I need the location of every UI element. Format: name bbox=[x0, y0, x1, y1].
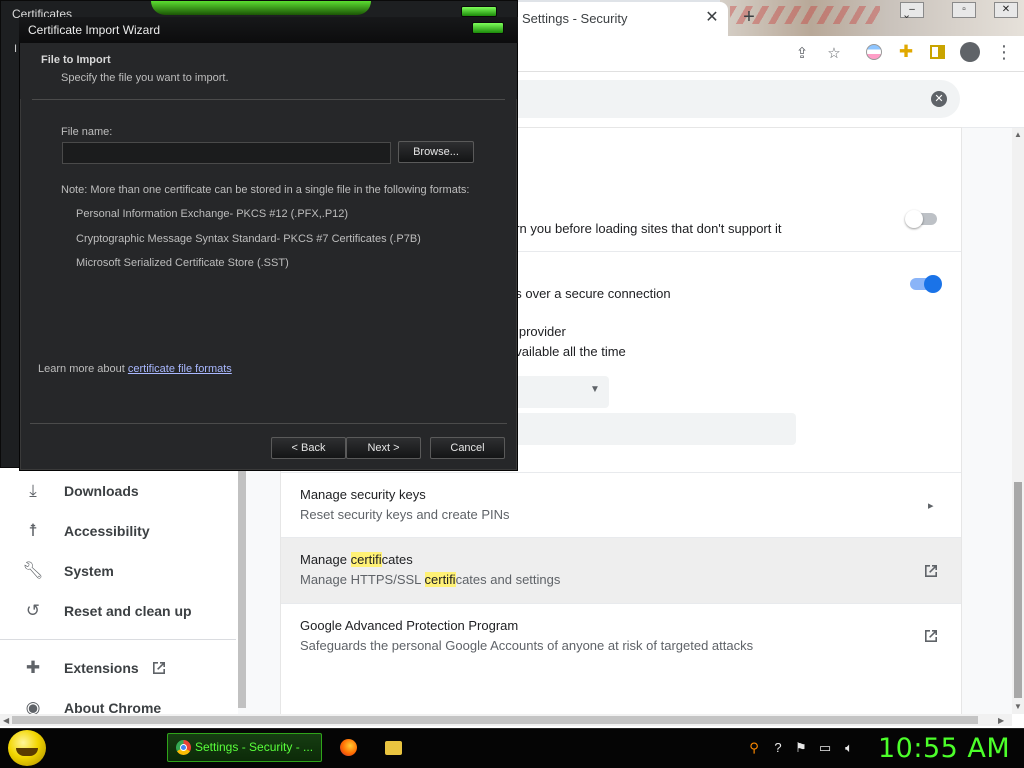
certificate-formats-link[interactable]: certificate file formats bbox=[128, 363, 232, 375]
next-button[interactable]: Next > bbox=[346, 437, 421, 459]
settings-left-nav: ⤓ Downloads ☨ Accessibility 🔧︎ System ↺ … bbox=[0, 470, 236, 717]
nav-item-reset[interactable]: ↺ Reset and clean up bbox=[0, 591, 236, 631]
settings-search-input[interactable] bbox=[500, 80, 960, 118]
file-name-input[interactable] bbox=[62, 142, 391, 164]
wizard-divider bbox=[30, 423, 507, 424]
custom-dns-input[interactable] bbox=[500, 413, 796, 445]
taskbar-chrome-label: Settings - Security - ... bbox=[195, 740, 314, 754]
nav-label: Accessibility bbox=[64, 523, 150, 539]
history-icon: ↺ bbox=[25, 601, 41, 620]
open-in-new-icon bbox=[925, 565, 937, 577]
advanced-protection-title: Google Advanced Protection Program bbox=[300, 618, 519, 633]
share-icon[interactable]: ⇪ bbox=[792, 44, 812, 64]
https-first-description: arn you before loading sites that don't … bbox=[508, 221, 782, 236]
taskbar-clock[interactable]: 10:55 AM bbox=[878, 733, 1010, 764]
tray-help-icon[interactable]: ? bbox=[770, 740, 786, 756]
extensions-puzzle-icon[interactable]: ✚ bbox=[897, 43, 915, 61]
tray-search-icon[interactable]: ⚲ bbox=[746, 740, 762, 756]
open-in-new-icon bbox=[153, 662, 165, 674]
certificates-fragment: I bbox=[14, 43, 18, 55]
chrome-icon-center bbox=[180, 744, 187, 751]
format-item: Cryptographic Message Syntax Standard- P… bbox=[76, 233, 421, 245]
tab-close-icon[interactable]: ✕ bbox=[702, 8, 722, 28]
scroll-down-arrow-icon[interactable]: ▼ bbox=[1014, 702, 1022, 711]
advanced-protection-sub: Safeguards the personal Google Accounts … bbox=[300, 638, 754, 653]
nav-item-extensions[interactable]: ✚ Extensions bbox=[0, 648, 236, 688]
formats-note: Note: More than one certificate can be s… bbox=[61, 184, 470, 196]
window-title-decoration: – ▫ ✕ bbox=[720, 0, 1024, 36]
browse-button[interactable]: Browse... bbox=[398, 141, 474, 163]
horizontal-scrollbar-thumb[interactable] bbox=[12, 716, 978, 724]
tray-volume-icon[interactable]: 🔈︎ bbox=[841, 740, 857, 756]
advanced-protection-row[interactable]: Google Advanced Protection Program Safeg… bbox=[281, 604, 961, 670]
vertical-scrollbar-thumb[interactable] bbox=[1014, 482, 1022, 698]
dns-provider-sub: available all the time bbox=[508, 344, 626, 359]
accessibility-icon: ☨ bbox=[28, 521, 38, 540]
learn-more-text: Learn more about certificate file format… bbox=[38, 363, 232, 375]
tray-network-icon[interactable]: ▭ bbox=[817, 740, 833, 756]
maximize-button[interactable]: ▫ bbox=[952, 2, 976, 18]
scroll-up-arrow-icon[interactable]: ▲ bbox=[1014, 130, 1022, 139]
puzzle-icon: ✚ bbox=[25, 658, 41, 677]
download-icon: ⤓ bbox=[29, 481, 37, 500]
cancel-button[interactable]: Cancel bbox=[430, 437, 505, 459]
nav-divider bbox=[0, 639, 236, 640]
nav-label: Reset and clean up bbox=[64, 603, 192, 619]
back-button[interactable]: < Back bbox=[271, 437, 346, 459]
nav-label: System bbox=[64, 563, 114, 579]
close-window-button[interactable]: ✕ bbox=[994, 2, 1018, 18]
new-tab-button[interactable]: + bbox=[738, 6, 760, 28]
certificates-title: Manage certificates bbox=[300, 552, 413, 567]
wizard-close-button[interactable] bbox=[472, 22, 504, 34]
bookmark-star-icon[interactable]: ☆ bbox=[824, 44, 844, 64]
taskbar bbox=[0, 728, 1024, 768]
dropdown-arrow-icon: ▼ bbox=[590, 384, 600, 395]
format-item: Personal Information Exchange- PKCS #12 … bbox=[76, 208, 349, 220]
nav-item-system[interactable]: 🔧︎ System bbox=[0, 551, 236, 591]
search-highlight: certifi bbox=[424, 572, 456, 587]
tab-search-chevron-icon[interactable]: ⌄ bbox=[902, 8, 911, 21]
https-first-toggle-knob[interactable] bbox=[905, 210, 923, 228]
nav-item-accessibility[interactable]: ☨ Accessibility bbox=[0, 511, 236, 551]
open-in-new-icon bbox=[925, 630, 937, 642]
security-keys-title: Manage security keys bbox=[300, 487, 426, 502]
certificates-close-button[interactable] bbox=[461, 6, 497, 17]
wizard-header-subtitle: Specify the file you want to import. bbox=[61, 72, 229, 84]
scroll-left-arrow-icon[interactable]: ◀ bbox=[3, 716, 9, 725]
format-item: Microsoft Serialized Certificate Store (… bbox=[76, 257, 289, 269]
menu-kebab-icon[interactable]: ⋮ bbox=[995, 42, 1013, 62]
firefox-icon[interactable] bbox=[340, 739, 357, 756]
tab-title: Settings - Security bbox=[522, 11, 628, 26]
wizard-header-title: File to Import bbox=[41, 54, 111, 66]
nav-label: Extensions bbox=[64, 660, 139, 676]
chevron-right-icon: ▸ bbox=[928, 500, 934, 512]
tray-flag-icon[interactable]: ⚑ bbox=[793, 740, 809, 756]
nav-item-downloads[interactable]: ⤓ Downloads bbox=[0, 471, 236, 511]
folder-icon[interactable] bbox=[385, 741, 402, 755]
extension-flag-icon[interactable] bbox=[866, 44, 882, 60]
search-clear-icon[interactable]: ✕ bbox=[931, 91, 947, 107]
search-highlight: certifi bbox=[350, 552, 382, 567]
certificates-sub: Manage HTTPS/SSL certificates and settin… bbox=[300, 572, 561, 587]
wizard-title: Certificate Import Wizard bbox=[28, 23, 161, 37]
security-keys-sub: Reset security keys and create PINs bbox=[300, 507, 510, 522]
manage-certificates-row[interactable]: Manage certificates Manage HTTPS/SSL cer… bbox=[281, 538, 961, 603]
wrench-icon: 🔧︎ bbox=[22, 561, 44, 580]
secure-dns-toggle-knob[interactable] bbox=[924, 275, 942, 293]
side-panel-icon[interactable] bbox=[930, 45, 945, 59]
left-nav-scrollbar[interactable] bbox=[238, 470, 246, 708]
scroll-right-arrow-icon[interactable]: ▶ bbox=[998, 716, 1004, 725]
title-glow bbox=[151, 1, 371, 15]
wizard-header bbox=[20, 43, 517, 99]
manage-security-keys-row[interactable]: Manage security keys Reset security keys… bbox=[281, 473, 961, 537]
file-name-label: File name: bbox=[61, 126, 113, 138]
tab-settings-security[interactable]: Settings - Security ✕ bbox=[510, 2, 728, 36]
wizard-divider bbox=[32, 99, 505, 100]
nav-label: Downloads bbox=[64, 483, 139, 499]
profile-avatar-icon[interactable] bbox=[960, 42, 980, 62]
secure-dns-description: es over a secure connection bbox=[508, 286, 671, 301]
